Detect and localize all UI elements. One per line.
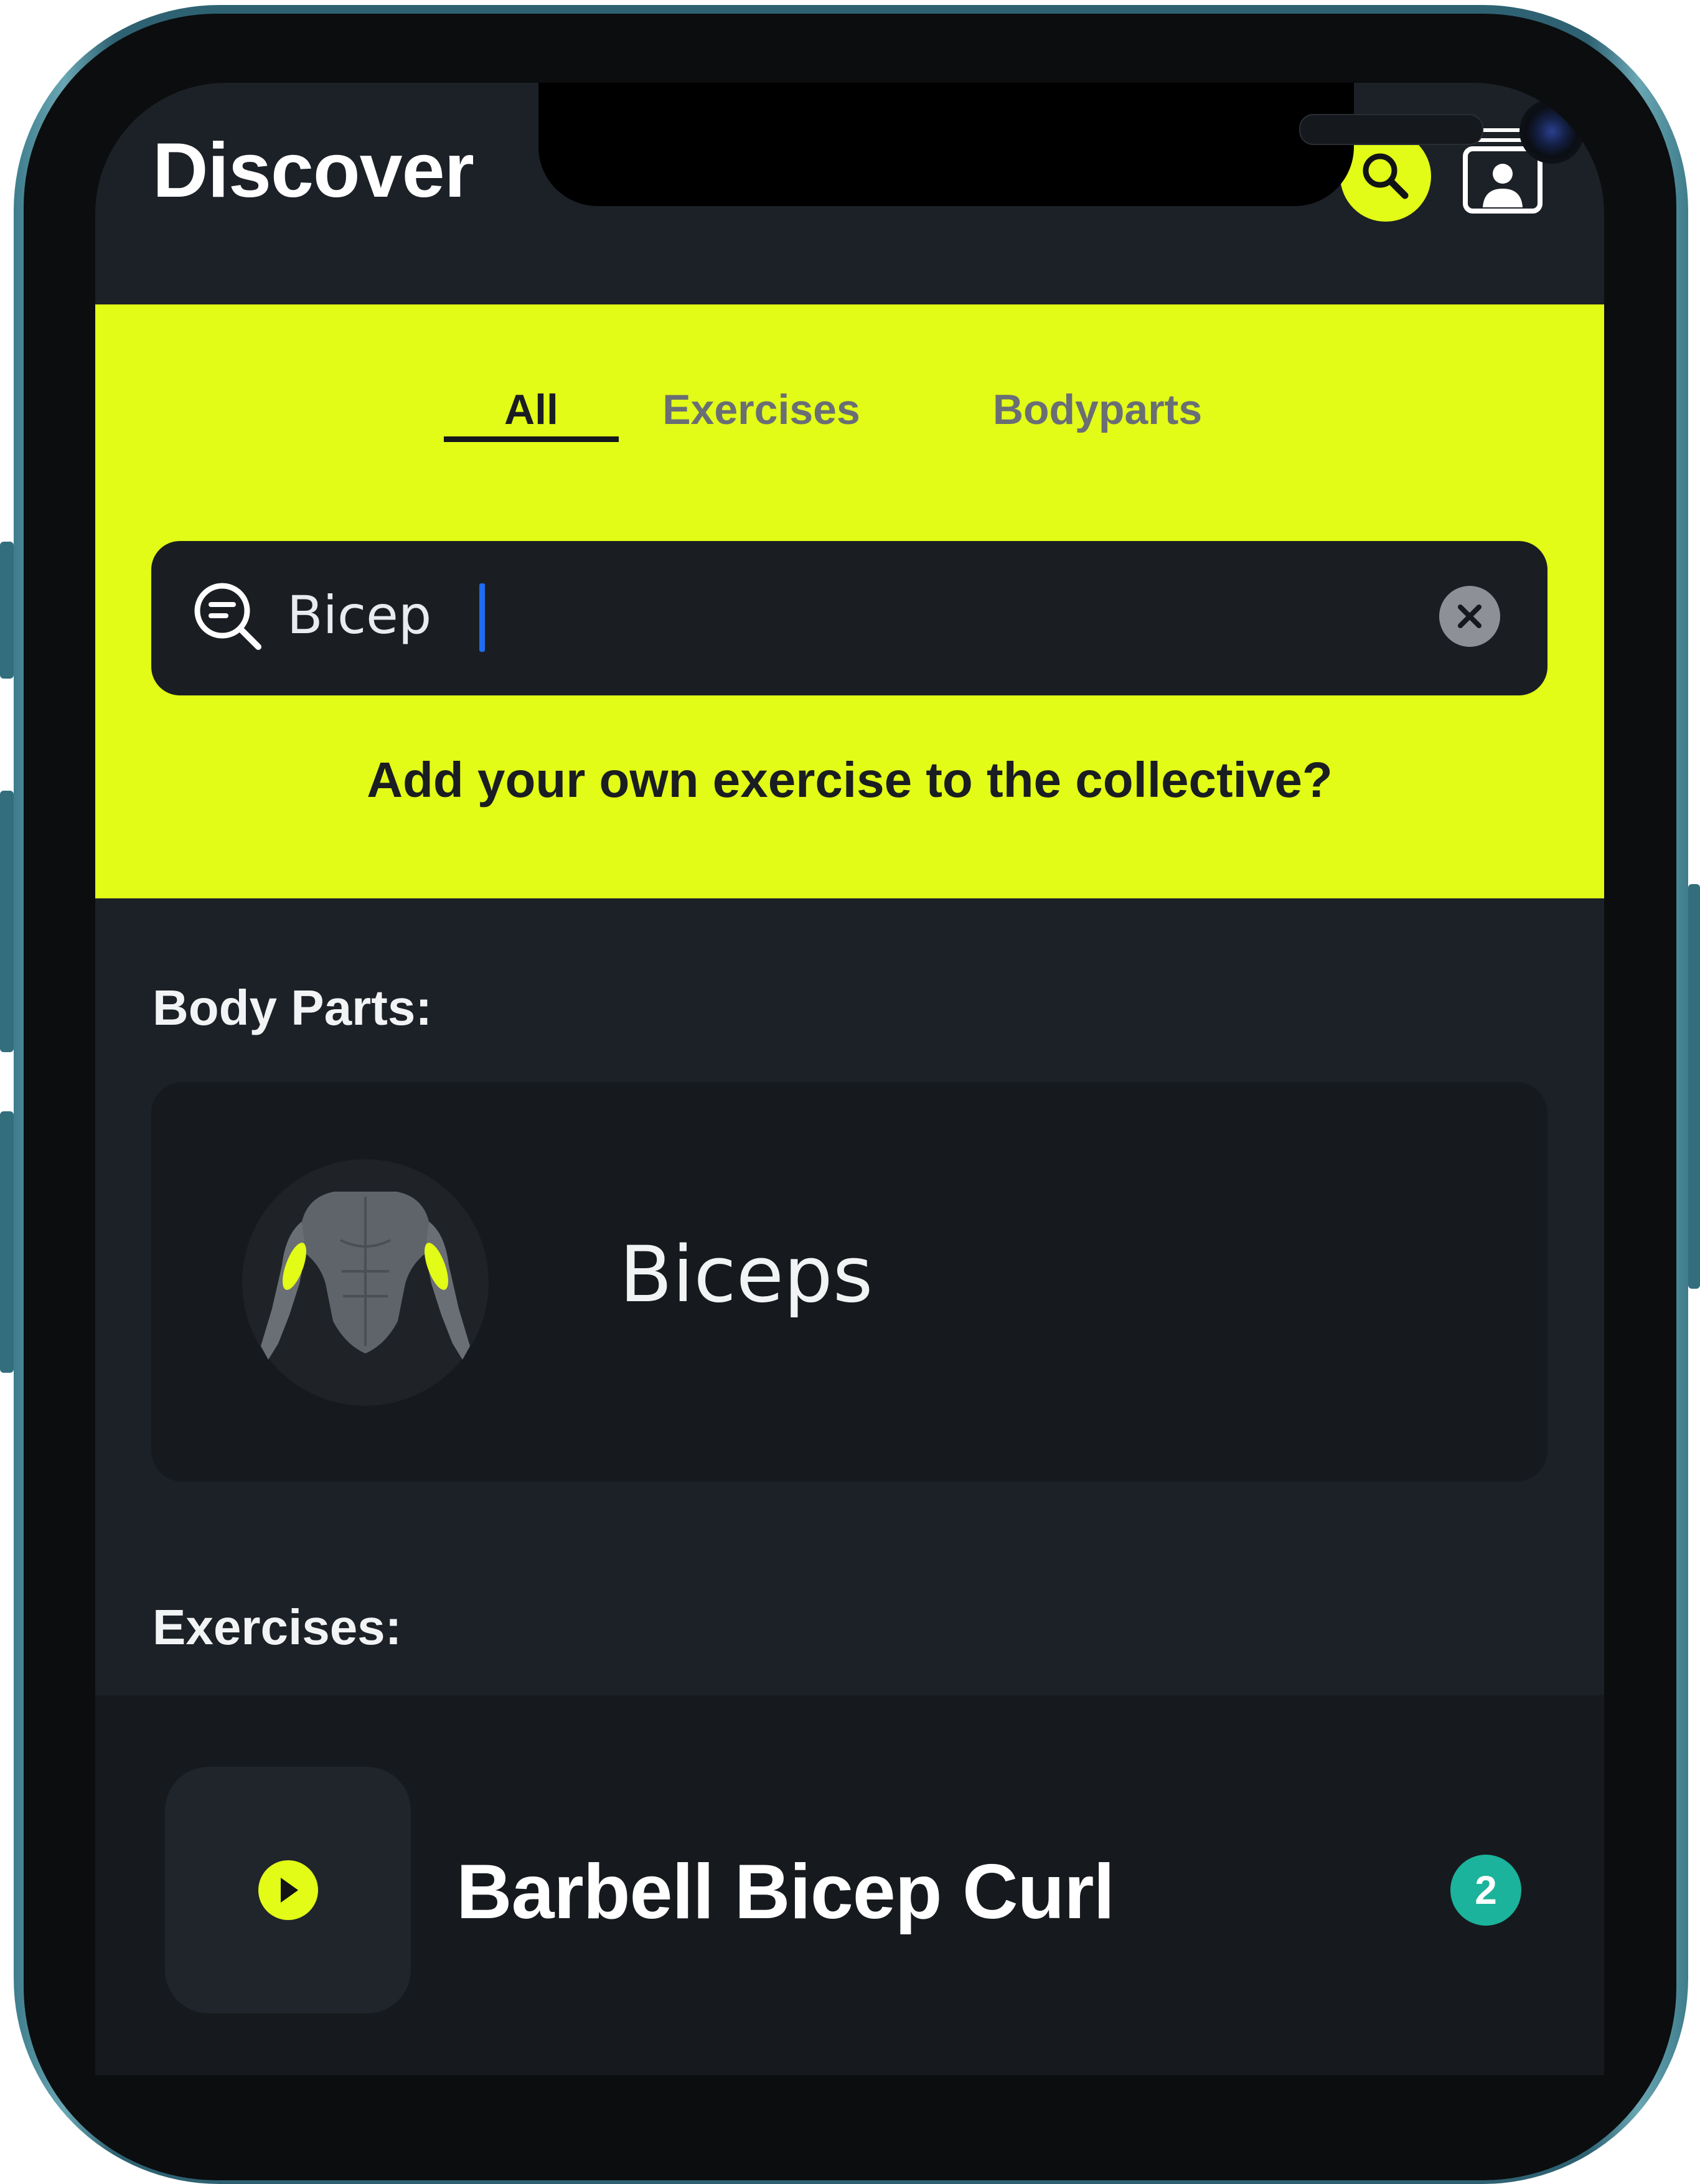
clear-search-button[interactable] bbox=[1439, 586, 1500, 647]
tab-exercises[interactable]: Exercises bbox=[659, 385, 864, 434]
power-button bbox=[1688, 884, 1700, 1289]
add-exercise-link[interactable]: Add your own exercise to the collective? bbox=[95, 751, 1604, 809]
play-triangle bbox=[281, 1878, 298, 1903]
tab-bodyparts[interactable]: Bodyparts bbox=[979, 385, 1216, 434]
body-parts-heading: Body Parts: bbox=[153, 980, 432, 1035]
bodypart-avatar bbox=[242, 1159, 489, 1406]
bodypart-card-biceps[interactable]: Biceps bbox=[151, 1082, 1547, 1482]
front-camera bbox=[1519, 99, 1584, 164]
exercise-name[interactable]: Barbell Bicep Curl bbox=[456, 1848, 1115, 1936]
app-screen: Discover All Exercises Bodyparts Bicep A… bbox=[95, 83, 1604, 2075]
play-icon[interactable] bbox=[258, 1860, 318, 1920]
speaker-grille bbox=[1299, 114, 1483, 145]
search-input[interactable]: Bicep bbox=[287, 585, 431, 646]
active-tab-indicator bbox=[444, 436, 619, 442]
page-title: Discover bbox=[153, 128, 474, 214]
exercise-count-badge: 2 bbox=[1450, 1855, 1521, 1926]
search-list-icon bbox=[194, 583, 261, 650]
text-cursor bbox=[479, 583, 485, 652]
tab-all[interactable]: All bbox=[444, 385, 619, 434]
search-panel: All Exercises Bodyparts Bicep Add your o… bbox=[95, 304, 1604, 898]
torso-biceps-icon bbox=[261, 1192, 470, 1360]
clear-icon bbox=[1458, 605, 1482, 628]
exercises-heading: Exercises: bbox=[153, 1599, 402, 1655]
volume-up-button bbox=[0, 791, 14, 1052]
device-notch bbox=[538, 83, 1584, 206]
exercise-thumbnail[interactable] bbox=[165, 1767, 411, 2013]
volume-down-button bbox=[0, 1111, 14, 1373]
search-icon bbox=[1363, 153, 1409, 199]
search-field[interactable]: Bicep bbox=[151, 541, 1547, 695]
bodypart-name: Biceps bbox=[619, 1230, 873, 1320]
mute-switch bbox=[0, 542, 14, 679]
